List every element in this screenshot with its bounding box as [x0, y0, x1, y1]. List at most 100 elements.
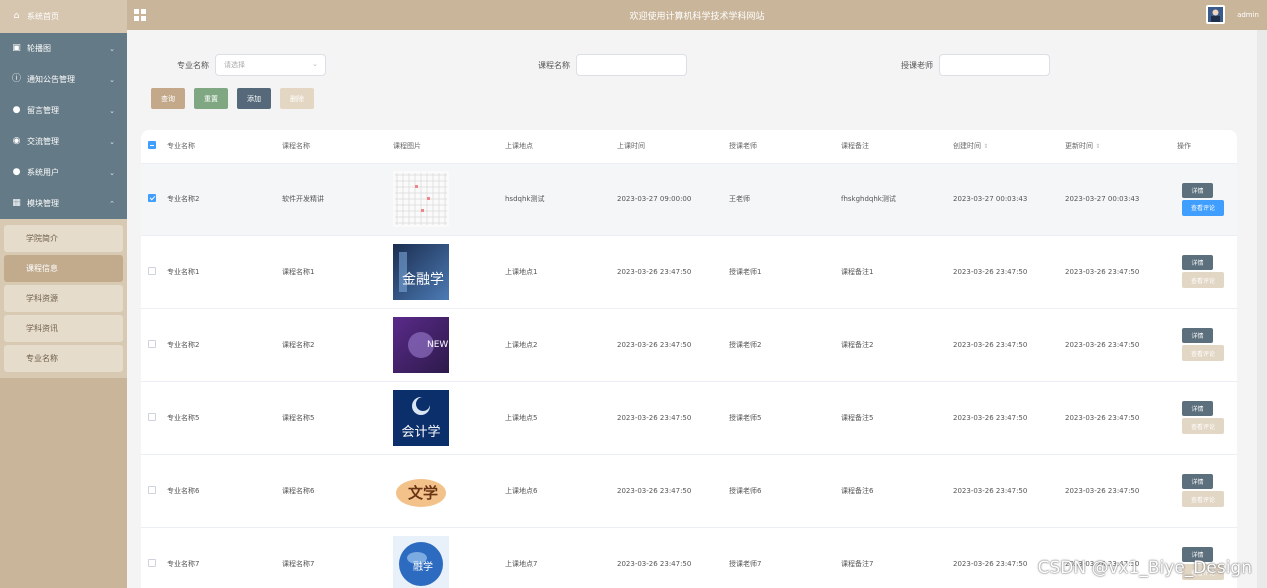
view-comments-button[interactable]: 查看评论	[1182, 345, 1224, 361]
cell-place: hsdqhk测试	[505, 163, 617, 236]
submenu-item-resources[interactable]: 学科资源	[4, 285, 123, 312]
course-thumbnail[interactable]	[393, 171, 505, 227]
course-thumbnail[interactable]: 融学	[393, 535, 505, 588]
sidebar-item-exchange[interactable]: ◉ 交流管理 ⌄	[0, 126, 127, 157]
teacher-input[interactable]	[939, 54, 1050, 76]
sidebar-item-notices[interactable]: ⓘ 通知公告管理 ⌄	[0, 64, 127, 95]
cell-remark: 课程备注5	[841, 381, 953, 455]
sort-icon[interactable]: ⇕	[983, 143, 988, 150]
submenu-item-majors[interactable]: 专业名称	[4, 345, 123, 372]
row-checkbox[interactable]	[148, 194, 156, 202]
teacher-filter: 授课老师	[901, 54, 1050, 76]
cell-time: 2023-03-26 23:47:50	[617, 454, 729, 528]
header-course: 课程名称	[282, 130, 393, 164]
header-updated[interactable]: 更新时间 ⇕	[1065, 130, 1177, 164]
sidebar-home[interactable]: ⌂ 系统首页	[0, 0, 127, 33]
cell-actions: 详情 查看评论	[1177, 308, 1237, 382]
major-filter: 专业名称 请选择 ⌄	[177, 54, 326, 76]
scrollbar-track[interactable]	[1257, 30, 1267, 588]
cell-teacher: 授课老师6	[729, 454, 841, 528]
cell-image: 金融学	[393, 235, 505, 309]
submenu-item-course-info[interactable]: 课程信息	[4, 255, 123, 282]
cell-remark: 课程备注1	[841, 235, 953, 309]
course-input[interactable]	[576, 54, 687, 76]
course-filter: 课程名称	[538, 54, 687, 76]
detail-button[interactable]: 详情	[1182, 328, 1213, 343]
row-checkbox[interactable]	[148, 485, 156, 494]
svg-text:NEWS: NEWS	[427, 340, 449, 350]
search-button[interactable]: 查询	[151, 88, 185, 109]
cell-course: 课程名称5	[282, 381, 393, 455]
course-thumbnail[interactable]: 文学	[393, 462, 505, 519]
avatar[interactable]	[1206, 5, 1225, 24]
cell-created: 2023-03-27 00:03:43	[953, 163, 1065, 236]
username[interactable]: admin	[1237, 11, 1259, 19]
submenu-item-news[interactable]: 学科资讯	[4, 315, 123, 342]
detail-button[interactable]: 详情	[1182, 401, 1213, 416]
cell-updated: 2023-03-26 23:47:50	[1065, 235, 1177, 309]
cell-teacher: 授课老师5	[729, 381, 841, 455]
cell-updated: 2023-03-26 23:47:50	[1065, 381, 1177, 455]
header-time: 上课时间	[617, 130, 729, 164]
sidebar-item-label: 系统用户	[27, 168, 59, 177]
course-thumbnail[interactable]: 会计学	[393, 389, 505, 446]
header-select-all[interactable]	[141, 130, 167, 164]
add-button[interactable]: 添加	[237, 88, 271, 109]
view-comments-button[interactable]: 查看评论	[1182, 491, 1224, 507]
table-row[interactable]: 专业名称5 课程名称5 会计学 上课地点5 2023-03-26 23:47:50 授课老…	[141, 381, 1237, 455]
header-created[interactable]: 创建时间 ⇕	[953, 130, 1065, 164]
cell-place: 上课地点6	[505, 454, 617, 528]
reset-button[interactable]: 重置	[194, 88, 228, 109]
submenu-item-college-intro[interactable]: 学院简介	[4, 225, 123, 252]
delete-button[interactable]: 删除	[280, 88, 314, 109]
table-row[interactable]: 专业名称6 课程名称6 文学 上课地点6 2023-03-26 23:47:50 授课老师…	[141, 454, 1237, 528]
table-row[interactable]: 专业名称1 课程名称1 金融学 上课地点1 2023-03-26 23:47:50 授课老…	[141, 235, 1237, 309]
select-all-checkbox[interactable]	[148, 141, 156, 150]
cell-time: 2023-03-26 23:47:50	[617, 527, 729, 588]
header-updated-label: 更新时间	[1065, 142, 1093, 151]
cell-time: 2023-03-26 23:47:50	[617, 381, 729, 455]
sort-icon[interactable]: ⇕	[1095, 143, 1100, 150]
watermark: CSDN @vx1_Biye_Design	[1037, 558, 1252, 578]
sidebar-item-label: 留言管理	[27, 106, 59, 115]
cell-updated: 2023-03-27 00:03:43	[1065, 163, 1177, 236]
cell-major: 专业名称2	[167, 163, 282, 236]
header-place: 上课地点	[505, 130, 617, 164]
view-comments-button[interactable]: 查看评论	[1182, 199, 1224, 216]
cell-major: 专业名称6	[167, 454, 282, 528]
svg-text:融学: 融学	[413, 560, 433, 573]
header-teacher: 授课老师	[729, 130, 841, 164]
detail-button[interactable]: 详情	[1182, 182, 1213, 198]
sidebar-item-carousel[interactable]: ▣ 轮播图 ⌄	[0, 33, 127, 64]
course-label: 课程名称	[538, 60, 570, 70]
sidebar-submenu: 学院简介 课程信息 学科资源 学科资讯 专业名称	[0, 219, 127, 378]
row-checkbox[interactable]	[148, 339, 156, 348]
cell-image: NEWS	[393, 308, 505, 382]
view-comments-button[interactable]: 查看评论	[1182, 418, 1224, 434]
table-row[interactable]: 专业名称2课程名称2NEWS上课地点22023-03-26 23:47:50授课…	[141, 308, 1237, 382]
course-thumbnail[interactable]: 金融学	[393, 243, 505, 300]
table-row[interactable]: 专业名称2 软件开发精讲 hsdqhk测试 2023-03-27 09:00:00 王老…	[141, 163, 1237, 236]
cell-remark: 课程备注6	[841, 454, 953, 528]
home-icon: ⌂	[13, 11, 20, 21]
cell-created: 2023-03-26 23:47:50	[953, 308, 1065, 382]
cell-actions: 详情 查看评论	[1177, 163, 1237, 236]
chevron-down-icon: ⌄	[109, 75, 115, 84]
svg-text:金融学: 金融学	[402, 272, 444, 288]
row-checkbox[interactable]	[148, 558, 156, 567]
detail-button[interactable]: 详情	[1182, 255, 1213, 270]
major-select[interactable]: 请选择 ⌄	[215, 54, 326, 76]
course-thumbnail[interactable]: NEWS	[393, 316, 505, 373]
sidebar-item-users[interactable]: ● 系统用户 ⌄	[0, 157, 127, 188]
sidebar-item-modules[interactable]: ▦ 模块管理 ⌃	[0, 188, 127, 219]
row-checkbox[interactable]	[148, 412, 156, 421]
cell-created: 2023-03-26 23:47:50	[953, 381, 1065, 455]
cell-actions: 详情 查看评论	[1177, 235, 1237, 309]
row-checkbox[interactable]	[148, 266, 156, 275]
cell-place: 上课地点5	[505, 381, 617, 455]
cell-updated: 2023-03-26 23:47:50	[1065, 308, 1177, 382]
main-content: 专业名称 请选择 ⌄ 课程名称 授课老师 查询 重置 添加 删除 专业名称 课程…	[127, 30, 1257, 588]
detail-button[interactable]: 详情	[1182, 474, 1213, 489]
view-comments-button[interactable]: 查看评论	[1182, 272, 1224, 288]
sidebar-item-messages[interactable]: ● 留言管理 ⌄	[0, 95, 127, 126]
